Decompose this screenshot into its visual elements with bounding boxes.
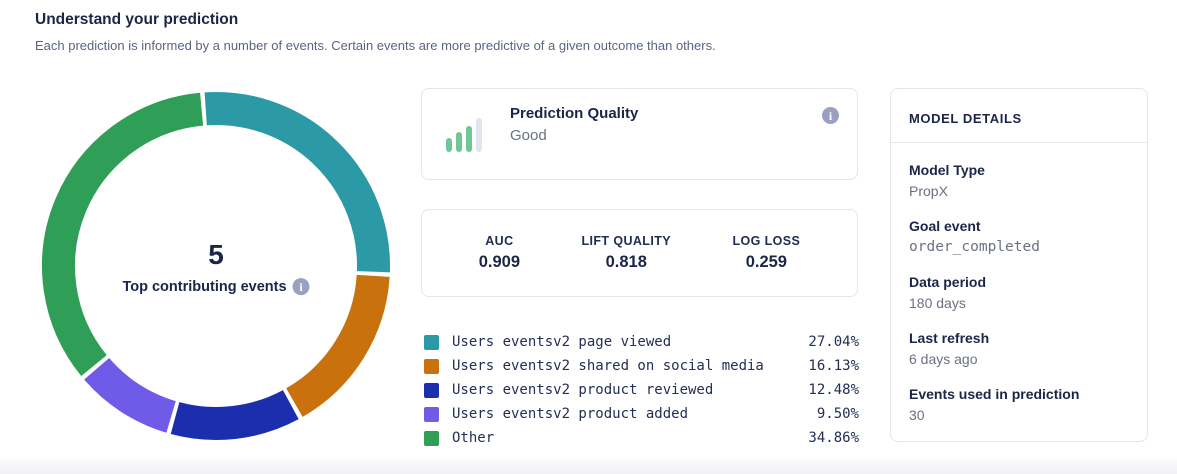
model-detail-field: Model Type PropX: [909, 162, 1129, 199]
signal-bar: [466, 126, 472, 152]
metric-value: 0.818: [581, 253, 671, 272]
info-icon[interactable]: i: [822, 107, 839, 124]
chart-legend: Users eventsv2 page viewed27.04%Users ev…: [421, 330, 859, 450]
donut-center-label: Top contributing events: [122, 279, 286, 295]
model-detail-field: Data period 180 days: [909, 274, 1129, 311]
legend-percent: 12.48%: [808, 382, 859, 398]
signal-bar: [446, 138, 452, 152]
model-details-header: MODEL DETAILS: [891, 89, 1147, 143]
model-detail-value: 180 days: [909, 295, 1129, 311]
understand-prediction-section: Understand your prediction Each predicti…: [0, 0, 1177, 474]
metric-label: LOG LOSS: [732, 234, 800, 248]
legend-swatch-icon: [424, 431, 439, 446]
footer-strip: [0, 458, 1177, 474]
metric: LOG LOSS 0.259: [732, 234, 800, 272]
legend-item[interactable]: Other34.86%: [421, 426, 859, 450]
model-detail-field: Events used in prediction 30: [909, 386, 1129, 423]
donut-segment[interactable]: [58, 109, 201, 365]
model-detail-label: Last refresh: [909, 330, 1129, 346]
legend-item[interactable]: Users eventsv2 product reviewed12.48%: [421, 378, 859, 402]
legend-label: Users eventsv2 shared on social media: [452, 358, 808, 374]
legend-item[interactable]: Users eventsv2 shared on social media16.…: [421, 354, 859, 378]
model-detail-value: 6 days ago: [909, 351, 1129, 367]
legend-swatch-icon: [424, 359, 439, 374]
legend-item[interactable]: Users eventsv2 page viewed27.04%: [421, 330, 859, 354]
model-detail-label: Model Type: [909, 162, 1129, 178]
model-detail-value: order_completed: [909, 239, 1129, 255]
prediction-quality-text: Prediction Quality Good: [510, 105, 638, 144]
metric: AUC 0.909: [479, 234, 520, 272]
metric-label: AUC: [479, 234, 520, 248]
model-detail-label: Events used in prediction: [909, 386, 1129, 402]
signal-bar: [476, 118, 482, 152]
legend-percent: 27.04%: [808, 334, 859, 350]
legend-percent: 9.50%: [817, 406, 859, 422]
metric-value: 0.259: [732, 253, 800, 272]
info-icon[interactable]: i: [293, 278, 310, 295]
top-events-donut-chart: 5 Top contributing events i: [41, 91, 391, 441]
legend-item[interactable]: Users eventsv2 product added9.50%: [421, 402, 859, 426]
donut-segment[interactable]: [175, 405, 291, 424]
legend-label: Users eventsv2 page viewed: [452, 334, 808, 350]
legend-label: Users eventsv2 product reviewed: [452, 382, 808, 398]
metric: LIFT QUALITY 0.818: [581, 234, 671, 272]
model-detail-value: PropX: [909, 183, 1129, 199]
model-detail-field: Goal event order_completed: [909, 218, 1129, 255]
prediction-quality-card: Prediction Quality Good i: [421, 88, 858, 180]
legend-swatch-icon: [424, 383, 439, 398]
legend-swatch-icon: [424, 407, 439, 422]
model-details-panel: MODEL DETAILS Model Type PropX Goal event o…: [890, 88, 1148, 442]
prediction-quality-value: Good: [510, 127, 638, 144]
legend-label: Users eventsv2 product added: [452, 406, 817, 422]
model-metrics-card: AUC 0.909 LIFT QUALITY 0.818 LOG LOSS 0.259: [421, 209, 858, 297]
model-detail-label: Data period: [909, 274, 1129, 290]
donut-segment[interactable]: [97, 369, 171, 417]
model-detail-label: Goal event: [909, 218, 1129, 234]
model-detail-field: Last refresh 6 days ago: [909, 330, 1129, 367]
legend-label: Other: [452, 430, 808, 446]
page-title: Understand your prediction: [35, 11, 238, 29]
donut-center: 5 Top contributing events i: [122, 241, 309, 295]
metric-label: LIFT QUALITY: [581, 234, 671, 248]
legend-swatch-icon: [424, 335, 439, 350]
prediction-quality-title: Prediction Quality: [510, 105, 638, 122]
legend-percent: 34.86%: [808, 430, 859, 446]
metric-value: 0.909: [479, 253, 520, 272]
top-events-count: 5: [122, 241, 309, 269]
model-detail-value: 30: [909, 407, 1129, 423]
signal-bar: [456, 132, 462, 152]
model-details-body: Model Type PropX Goal event order_completed…: [891, 162, 1147, 423]
signal-bars-icon: [446, 118, 482, 152]
page-subtitle: Each prediction is informed by a number …: [35, 38, 716, 53]
legend-percent: 16.13%: [808, 358, 859, 374]
